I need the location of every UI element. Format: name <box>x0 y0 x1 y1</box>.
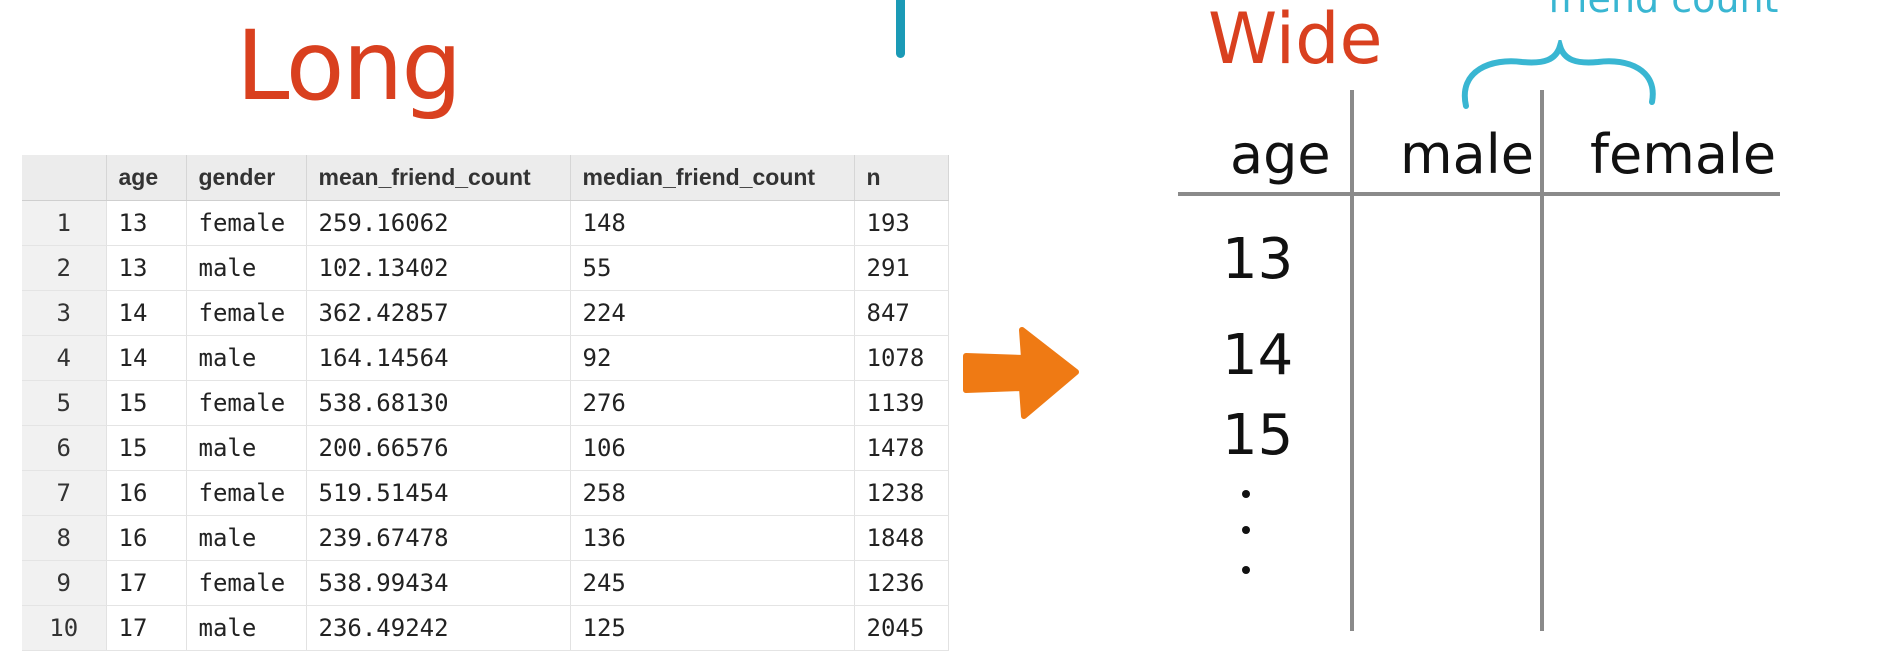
cell-age: 15 <box>106 425 187 471</box>
header-n[interactable]: n <box>854 155 949 201</box>
cell-gender: female <box>186 200 307 246</box>
header-gender[interactable]: gender <box>186 155 307 201</box>
cell-gender: male <box>186 515 307 561</box>
cell-age: 13 <box>106 245 187 291</box>
wide-age-15: 15 <box>1222 403 1294 468</box>
cell-median-friend-count: 276 <box>570 380 855 426</box>
table-row[interactable]: 7 16 female 519.51454 258 1238 <box>22 470 949 516</box>
wide-age-13: 13 <box>1222 227 1294 292</box>
header-age[interactable]: age <box>106 155 187 201</box>
cell-age: 17 <box>106 560 187 606</box>
cell-mean-friend-count: 200.66576 <box>306 425 571 471</box>
table-row[interactable]: 9 17 female 538.99434 245 1236 <box>22 560 949 606</box>
row-number: 5 <box>22 380 107 426</box>
table-header-row: age gender mean_friend_count median_frie… <box>22 155 949 201</box>
cell-mean-friend-count: 538.68130 <box>306 380 571 426</box>
cell-n: 291 <box>854 245 949 291</box>
table-row[interactable]: 4 14 male 164.14564 92 1078 <box>22 335 949 381</box>
cell-mean-friend-count: 239.67478 <box>306 515 571 561</box>
wide-divider-1 <box>1350 90 1354 631</box>
cell-median-friend-count: 106 <box>570 425 855 471</box>
cell-n: 1078 <box>854 335 949 381</box>
cell-age: 16 <box>106 515 187 561</box>
cell-n: 1478 <box>854 425 949 471</box>
row-number: 2 <box>22 245 107 291</box>
blue-pen-stroke <box>896 0 905 58</box>
wide-divider-2 <box>1540 90 1544 631</box>
cell-age: 16 <box>106 470 187 516</box>
cell-gender: male <box>186 335 307 381</box>
table-row[interactable]: 6 15 male 200.66576 106 1478 <box>22 425 949 471</box>
cell-mean-friend-count: 519.51454 <box>306 470 571 516</box>
cell-mean-friend-count: 362.42857 <box>306 290 571 336</box>
cell-mean-friend-count: 102.13402 <box>306 245 571 291</box>
row-number: 7 <box>22 470 107 516</box>
table-row[interactable]: 1 13 female 259.16062 148 193 <box>22 200 949 246</box>
table-row[interactable]: 8 16 male 239.67478 136 1848 <box>22 515 949 561</box>
cell-age: 17 <box>106 605 187 651</box>
cell-gender: male <box>186 425 307 471</box>
cell-age: 14 <box>106 335 187 381</box>
cell-median-friend-count: 92 <box>570 335 855 381</box>
row-number: 1 <box>22 200 107 246</box>
long-data-table: age gender mean_friend_count median_frie… <box>22 155 949 651</box>
row-number: 9 <box>22 560 107 606</box>
long-title: Long <box>236 10 462 122</box>
curly-brace-icon <box>1461 40 1656 109</box>
cell-age: 14 <box>106 290 187 336</box>
row-number: 8 <box>22 515 107 561</box>
row-number: 4 <box>22 335 107 381</box>
cell-n: 193 <box>854 200 949 246</box>
cell-median-friend-count: 136 <box>570 515 855 561</box>
row-number: 10 <box>22 605 107 651</box>
header-rowid[interactable] <box>22 155 107 201</box>
cell-n: 1238 <box>854 470 949 516</box>
cell-gender: female <box>186 470 307 516</box>
table-row[interactable]: 10 17 male 236.49242 125 2045 <box>22 605 949 651</box>
cell-gender: female <box>186 290 307 336</box>
cell-gender: male <box>186 605 307 651</box>
cell-gender: female <box>186 380 307 426</box>
cell-gender: male <box>186 245 307 291</box>
cell-median-friend-count: 125 <box>570 605 855 651</box>
table-row[interactable]: 5 15 female 538.68130 276 1139 <box>22 380 949 426</box>
table-row[interactable]: 2 13 male 102.13402 55 291 <box>22 245 949 291</box>
ellipsis-dot <box>1242 566 1250 574</box>
header-median-friend-count[interactable]: median_friend_count <box>570 155 855 201</box>
cell-median-friend-count: 258 <box>570 470 855 516</box>
ellipsis-dot <box>1242 526 1250 534</box>
wide-header-male: male <box>1400 123 1534 186</box>
cell-gender: female <box>186 560 307 606</box>
cell-n: 1236 <box>854 560 949 606</box>
cell-median-friend-count: 55 <box>570 245 855 291</box>
header-mean-friend-count[interactable]: mean_friend_count <box>306 155 571 201</box>
row-number: 6 <box>22 425 107 471</box>
ellipsis-dot <box>1242 490 1250 498</box>
cell-n: 1848 <box>854 515 949 561</box>
table-row[interactable]: 3 14 female 362.42857 224 847 <box>22 290 949 336</box>
cell-mean-friend-count: 236.49242 <box>306 605 571 651</box>
cell-median-friend-count: 148 <box>570 200 855 246</box>
cell-age: 15 <box>106 380 187 426</box>
cell-n: 1139 <box>854 380 949 426</box>
cell-n: 847 <box>854 290 949 336</box>
cell-median-friend-count: 224 <box>570 290 855 336</box>
cell-mean-friend-count: 538.99434 <box>306 560 571 606</box>
friend-count-label: friend count <box>1548 0 1778 18</box>
cell-n: 2045 <box>854 605 949 651</box>
wide-header-age: age <box>1230 123 1331 186</box>
wide-age-14: 14 <box>1222 323 1294 388</box>
cell-mean-friend-count: 259.16062 <box>306 200 571 246</box>
wide-title: Wide <box>1208 0 1383 80</box>
row-number: 3 <box>22 290 107 336</box>
wide-header-rule <box>1178 192 1780 196</box>
arrow-right-icon <box>963 327 1079 419</box>
cell-age: 13 <box>106 200 187 246</box>
cell-mean-friend-count: 164.14564 <box>306 335 571 381</box>
cell-median-friend-count: 245 <box>570 560 855 606</box>
wide-header-female: female <box>1590 123 1777 186</box>
